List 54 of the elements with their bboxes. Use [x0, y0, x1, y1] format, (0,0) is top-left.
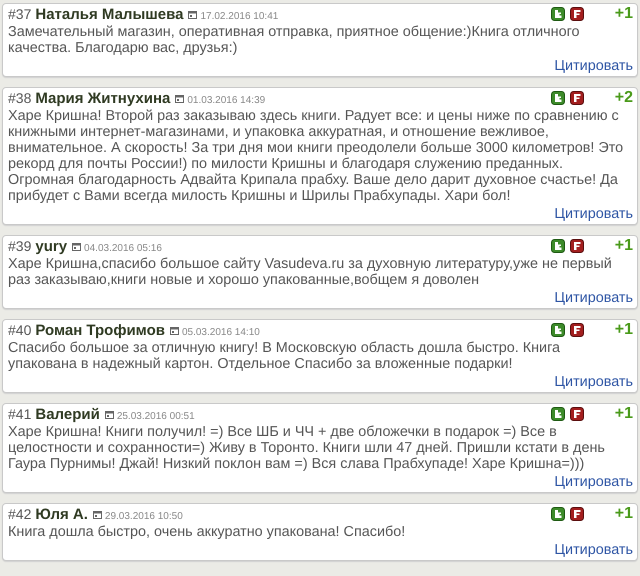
thumb-down-icon[interactable] [570, 7, 584, 21]
comment-text: Харе Кришна! Второй раз заказываю здесь книги. Радует все: и цены ниже по сравнению с книжными интернет-магазинами, и упаковка аккуратная, и отношение вежливое, внимательное. А скорость! За три дня мои книги преодолели больше 3000 километров! Это рекорд для почты России!) по милости Кришны и благодаря служению преданных. Огромная благодарность Адвайта Крипала прабху. Ваше дело дарит духовное счастье! Да прибудет с Вами всегда милость Кришны и Шрилы Прабхупады. Хари бол! [8, 108, 624, 204]
comment-date: 01.03.2016 14:39 [187, 95, 266, 106]
comment-date: 05.03.2016 14:10 [182, 327, 260, 338]
comment-text: Замечательный магазин, оперативная отправка, приятное общение:)Книга отличного качества. Благодарю вас, друзья:) [8, 24, 581, 56]
calendar-icon [72, 242, 82, 251]
comment-number: #37 [8, 6, 32, 22]
comment-date: 29.03.2016 10:50 [104, 511, 183, 522]
rating-score: +1 [614, 506, 633, 522]
author-name: Наталья Малышева [35, 6, 184, 23]
rating-score: +1 [614, 238, 633, 254]
comment-number: #42 [8, 506, 32, 522]
comment-number: #39 [8, 238, 32, 254]
comment-text: Спасибо большое за отличную книгу! В Московскую область дошла быстро. Книга упакована в надежный картон. Отдельное Спасибо за вложенные подарки! [8, 340, 562, 372]
author-name: yury [35, 238, 68, 255]
author-name: Роман Трофимов [35, 322, 165, 339]
rating-score: +2 [614, 90, 633, 106]
thumb-up-icon[interactable] [550, 407, 565, 421]
quote-link[interactable]: Цитировать [554, 58, 633, 75]
thumb-down-icon[interactable] [570, 323, 584, 337]
quote-link[interactable]: Цитировать [554, 290, 633, 307]
calendar-icon [104, 410, 114, 419]
thumb-down-icon[interactable] [570, 239, 584, 253]
comment-number: #41 [8, 406, 32, 422]
thumb-up-icon[interactable] [550, 239, 565, 253]
author-name: Мария Житнухина [35, 90, 170, 107]
comment-text: Книга дошла быстро, очень аккуратно упакована! Спасибо! [8, 524, 406, 540]
comment-number: #38 [8, 90, 32, 106]
thumb-down-icon[interactable] [570, 407, 584, 421]
thumb-up-icon[interactable] [550, 323, 565, 337]
comment-text: Харе Кришна! Книги получил! =) Все ШБ и ЧЧ + две обложечки в подарок =) Все в целостности и сохранности=) Живу в Торонто. Книги шли 47 дней. Пришли кстати в день Гаура Пурнимы! Джай! Низкий поклон вам =) Вся слава Прабхупаде! Харе Кришна=))) [8, 424, 606, 472]
comment-text: Харе Кришна,спасибо большое сайту Vasudeva.ru за духовную литературу,уже не первый раз заказываю,книги новые и хорошо упакованные,вобщем я доволен [8, 256, 613, 288]
rating-score: +1 [614, 6, 633, 22]
author-name: Валерий [35, 406, 100, 423]
thumb-up-icon[interactable] [550, 507, 565, 521]
calendar-icon [188, 10, 198, 19]
thumb-up-icon[interactable] [550, 7, 565, 21]
calendar-icon [92, 510, 102, 519]
comment-date: 04.03.2016 05:16 [84, 243, 162, 254]
quote-link[interactable]: Цитировать [554, 206, 633, 223]
rating-score: +1 [614, 322, 633, 338]
comment-date: 25.03.2016 00:51 [116, 411, 195, 422]
comment-date: 17.02.2016 10:41 [200, 11, 278, 22]
calendar-icon [170, 326, 179, 335]
thumb-down-icon[interactable] [570, 91, 584, 105]
quote-link[interactable]: Цитировать [554, 542, 633, 559]
calendar-icon [175, 94, 184, 103]
author-name: Юля А. [35, 506, 88, 523]
thumb-up-icon[interactable] [550, 91, 565, 105]
rating-score: +1 [614, 406, 633, 422]
thumb-down-icon[interactable] [570, 507, 584, 521]
comment-number: #40 [8, 322, 32, 338]
quote-link[interactable]: Цитировать [554, 374, 633, 391]
quote-link[interactable]: Цитировать [554, 474, 633, 491]
